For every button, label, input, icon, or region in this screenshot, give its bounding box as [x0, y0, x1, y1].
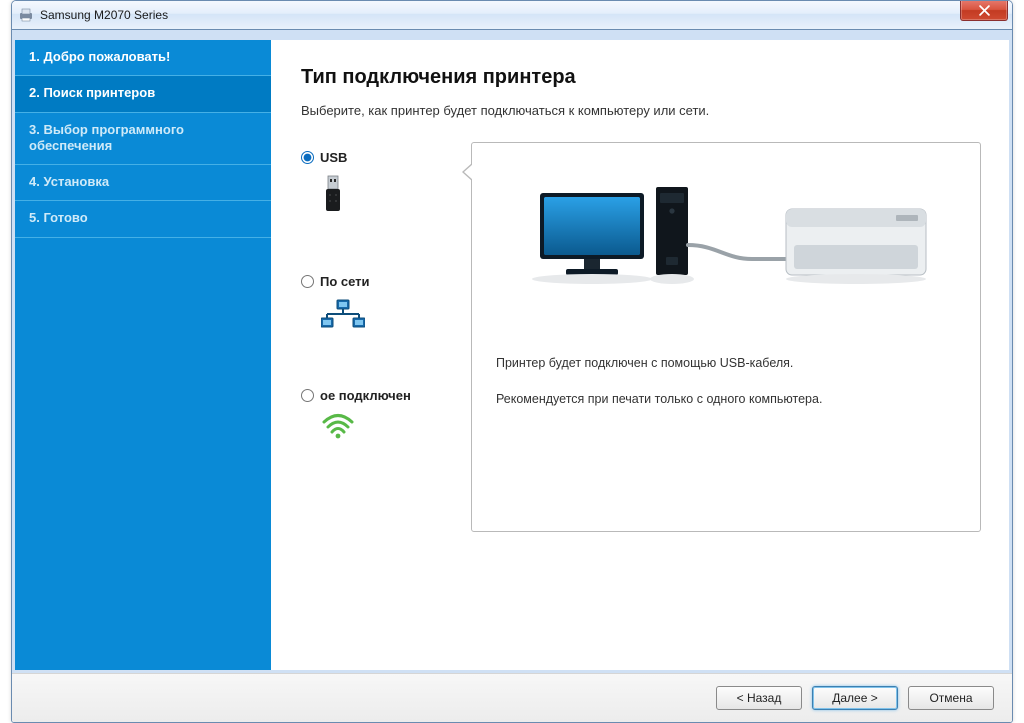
close-icon	[979, 5, 990, 16]
step-install[interactable]: 4. Установка	[15, 165, 271, 201]
step-welcome[interactable]: 1. Добро пожаловать!	[15, 40, 271, 76]
description-panel: Принтер будет подключен с помощью USB-ка…	[471, 142, 981, 532]
step-done[interactable]: 5. Готово	[15, 201, 271, 237]
installer-window: Samsung M2070 Series 1. Добро пожаловать…	[11, 0, 1013, 723]
page-subtitle: Выберите, как принтер будет подключаться…	[301, 103, 981, 118]
option-network: По сети	[301, 274, 471, 332]
radio-wireless-label[interactable]: ое подключен	[320, 388, 411, 403]
radio-network[interactable]	[301, 275, 314, 288]
back-button[interactable]: < Назад	[716, 686, 802, 710]
option-wireless: ое подключен	[301, 388, 471, 442]
radio-usb-label[interactable]: USB	[320, 150, 347, 165]
radio-wireless[interactable]	[301, 389, 314, 402]
window-title: Samsung M2070 Series	[40, 8, 168, 22]
wizard-footer: < Назад Далее > Отмена	[12, 673, 1012, 722]
radio-usb[interactable]	[301, 151, 314, 164]
network-icon	[321, 299, 471, 332]
close-button[interactable]	[960, 0, 1008, 21]
step-select-software[interactable]: 3. Выбор программного обеспечения	[15, 113, 271, 166]
step-search-printers[interactable]: 2. Поиск принтеров	[15, 76, 271, 112]
main-panel: Тип подключения принтера Выберите, как п…	[271, 40, 1009, 670]
printer-app-icon	[18, 7, 34, 23]
next-button[interactable]: Далее >	[812, 686, 898, 710]
page-title: Тип подключения принтера	[301, 66, 981, 89]
usb-icon	[321, 175, 471, 218]
option-usb: USB	[301, 150, 471, 218]
connection-options: USB	[301, 142, 471, 498]
wizard-sidebar: 1. Добро пожаловать! 2. Поиск принтеров …	[15, 40, 271, 670]
wifi-icon	[321, 413, 471, 442]
radio-network-label[interactable]: По сети	[320, 274, 370, 289]
panel-text-1: Принтер будет подключен с помощью USB-ка…	[496, 355, 962, 373]
cancel-button[interactable]: Отмена	[908, 686, 994, 710]
usb-connection-illustration	[490, 179, 962, 309]
panel-text-2: Рекомендуется при печати только с одного…	[496, 391, 962, 409]
client-area: 1. Добро пожаловать! 2. Поиск принтеров …	[12, 30, 1012, 673]
titlebar: Samsung M2070 Series	[12, 1, 1012, 30]
